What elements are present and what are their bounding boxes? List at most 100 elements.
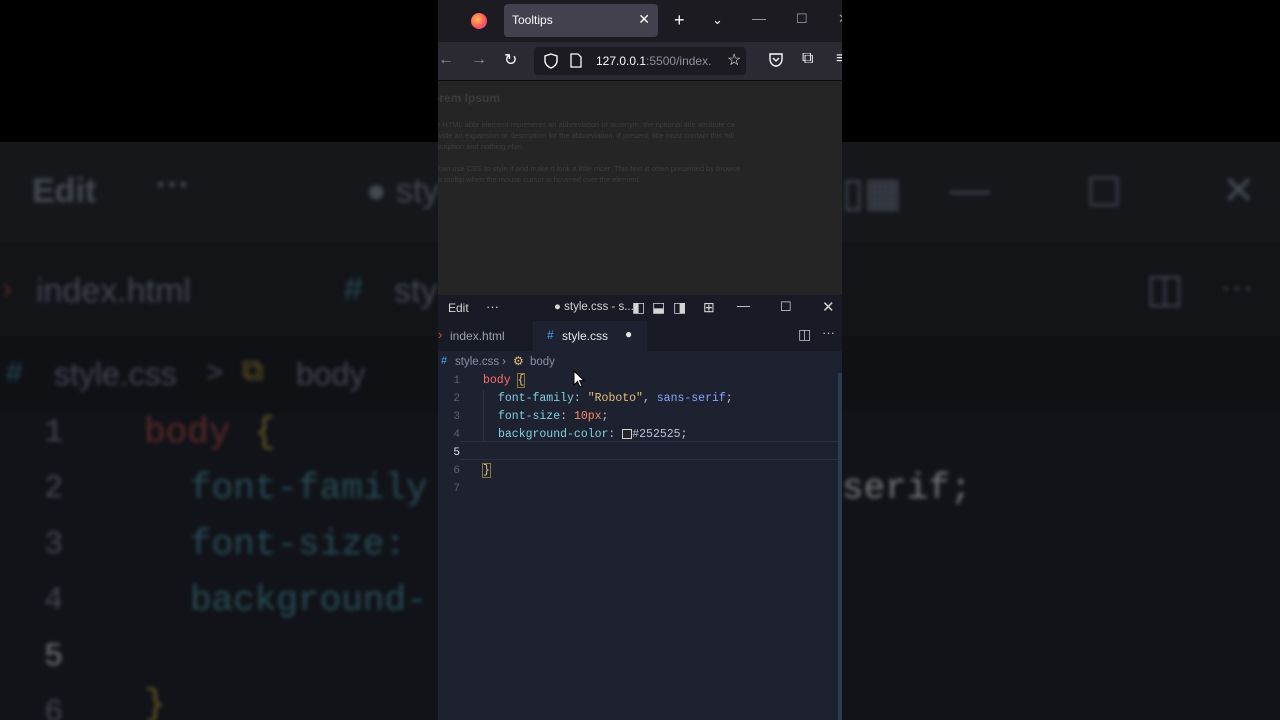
url-bar[interactable]: 127.0.0.1:5500/index. (534, 47, 746, 75)
bg-line-5: 5 (44, 638, 64, 675)
back-arrow-icon[interactable]: ← (438, 51, 454, 69)
tab-index-label: index.html (450, 329, 505, 343)
menu-icon[interactable]: ≡ (836, 50, 842, 68)
code-line-3: font-size: 10px; (498, 410, 609, 423)
css-hash-icon: # (547, 328, 554, 342)
forward-arrow-icon[interactable]: → (471, 51, 487, 69)
page-paragraph-1: he HTML abbr element represents an abbre… (438, 119, 842, 152)
line-number: 6 (453, 465, 460, 477)
bg-bread-file: style.css (54, 356, 177, 392)
bg-layout-icon: ▯▦ (842, 171, 902, 215)
tab-close-icon[interactable]: ✕ (638, 11, 650, 28)
number-token: 10px (573, 410, 602, 423)
bg-bread-hash: # (6, 356, 23, 389)
window-close-icon[interactable]: ✕ (838, 11, 842, 27)
line-number: 3 (453, 411, 460, 423)
browser-tab[interactable]: Tooltips ✕ (504, 4, 658, 37)
bg-code-size: font-size: (190, 524, 407, 565)
line-number: 7 (453, 483, 460, 495)
editor-tabbar: › index.html # style.css ● ◫ ··· (438, 321, 842, 351)
bg-line-6: 6 (44, 694, 64, 720)
bg-maximize-icon: ☐ (1086, 171, 1122, 215)
code-line-1: body { (483, 373, 526, 388)
html-chevron-icon: › (438, 327, 443, 342)
browser-tab-strip: Tooltips ✕ + ⌄ — ☐ ✕ (438, 0, 842, 42)
bg-symbol-icon: ⧉ (242, 354, 264, 387)
bg-chevron-icon: › (2, 272, 12, 305)
bg-line-4: 4 (44, 582, 64, 619)
extensions-icon[interactable]: ⧉ (802, 50, 813, 68)
firefox-logo-icon[interactable] (471, 13, 487, 29)
para2-line2: s a tooltip when the mouse cursor is hov… (438, 175, 641, 184)
breadcrumb-css-icon: # (441, 355, 448, 367)
pocket-icon[interactable] (768, 53, 784, 67)
bg-minimize-icon: — (950, 168, 990, 212)
line-number: 4 (453, 429, 460, 441)
bg-bread-sep: > (206, 356, 224, 389)
breadcrumb: # style.css › ⚙ body (438, 351, 842, 373)
new-tab-button[interactable]: + (674, 10, 685, 31)
property-token: font-family (498, 392, 574, 405)
breadcrumb-separator-icon: › (502, 354, 506, 368)
bg-code-serif: serif; (842, 468, 972, 509)
current-line-highlight (460, 441, 838, 460)
tab-style-label: style.css (562, 329, 609, 343)
bg-menu-edit: Edit (32, 172, 97, 210)
editor-more-icon[interactable]: ··· (822, 325, 835, 340)
property-token: font-size (498, 410, 561, 423)
menu-more-icon[interactable]: ··· (486, 299, 499, 314)
bg-code-close: } (144, 684, 166, 720)
page-paragraph-2: e can use CSS to style it and make it lo… (438, 163, 842, 185)
toggle-secondary-sidebar-icon[interactable]: ◨ (673, 299, 686, 316)
close-brace-token: } (482, 463, 491, 478)
bookmark-star-icon[interactable]: ☆ (727, 50, 741, 70)
breadcrumb-file[interactable]: style.css (455, 356, 499, 368)
line-number: 2 (453, 393, 460, 405)
page-icon[interactable] (570, 53, 582, 68)
toggle-sidebar-icon[interactable]: ◧ (632, 299, 645, 316)
web-page: orem Ipsum he HTML abbr element represen… (438, 81, 842, 295)
line-number-active: 5 (453, 447, 460, 459)
list-tabs-chevron-icon[interactable]: ⌄ (712, 12, 723, 28)
unsaved-dot-icon[interactable]: ● (625, 327, 632, 341)
split-editor-icon[interactable]: ◫ (798, 326, 811, 343)
symbol-icon: ⚙ (513, 354, 524, 368)
para1-line1: he HTML abbr element represents an abbre… (438, 120, 735, 129)
shield-icon[interactable] (544, 53, 558, 69)
bg-line-2: 2 (44, 470, 64, 507)
reload-icon[interactable]: ↻ (504, 50, 517, 70)
customize-layout-icon[interactable]: ⊞ (703, 299, 715, 316)
para1-line3: escription and nothing else. (438, 142, 524, 151)
browser-tab-title: Tooltips (512, 13, 553, 27)
bg-code-body: body (144, 412, 231, 453)
screen-capture: Tooltips ✕ + ⌄ — ☐ ✕ ← → ↻ 127.0.0.1:550… (438, 0, 842, 720)
vscode-minimize-icon[interactable]: — (737, 298, 750, 313)
menu-edit[interactable]: Edit (448, 301, 469, 315)
toggle-panel-icon[interactable]: ⬓ (652, 299, 665, 316)
code-editor[interactable]: 1 2 3 4 5 6 7 body { font-family: "Robot… (438, 370, 838, 720)
editor-scrollbar[interactable] (838, 373, 842, 720)
tab-index-html[interactable]: › index.html (438, 321, 533, 351)
bg-line-1: 1 (44, 414, 64, 451)
color-swatch-icon[interactable] (622, 428, 633, 439)
bg-more-icon-2: ··· (1220, 268, 1254, 306)
minimize-icon[interactable]: — (752, 10, 766, 26)
bg-code-brace: { (254, 412, 276, 453)
property-token: background-color (498, 428, 609, 441)
breadcrumb-symbol[interactable]: body (530, 356, 555, 368)
para1-line2: rovide an expansion or description for t… (438, 131, 734, 140)
maximize-icon[interactable]: ☐ (796, 11, 808, 27)
vscode-maximize-icon[interactable]: ☐ (780, 299, 792, 315)
window-title: ● style.css - s... (554, 301, 634, 313)
bg-line-3: 3 (44, 526, 64, 563)
bg-tab-style: sty (394, 272, 438, 310)
value-token: sans-serif (656, 392, 726, 405)
open-brace-token: { (516, 373, 526, 388)
code-line-6: } (482, 463, 491, 478)
para2-line1: e can use CSS to style it and make it lo… (438, 164, 741, 173)
vscode-close-icon[interactable]: ✕ (822, 298, 835, 316)
url-text: 127.0.0.1:5500/index. (596, 54, 712, 68)
code-line-2: font-family: "Roboto", sans-serif; (498, 392, 733, 405)
browser-toolbar: ← → ↻ 127.0.0.1:5500/index. ☆ ⧉ ≡ (438, 42, 842, 81)
tab-style-css[interactable]: # style.css ● (533, 321, 647, 351)
